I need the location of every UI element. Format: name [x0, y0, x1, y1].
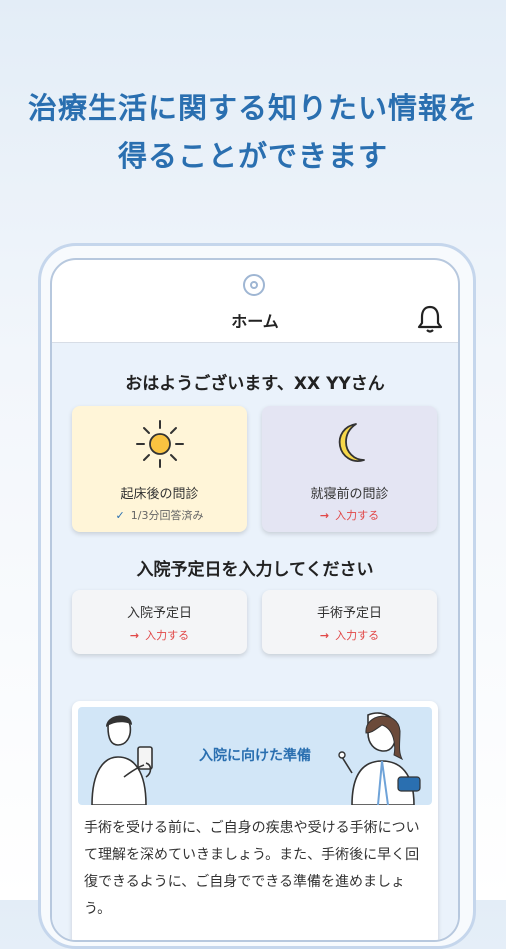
nurse-illustration — [338, 712, 421, 805]
promo-line-1: 治療生活に関する知りたい情報を — [27, 91, 478, 125]
arrow-right-icon: → — [319, 509, 330, 522]
admission-action-text: 入力する — [145, 629, 190, 642]
arrow-right-icon: → — [129, 629, 140, 642]
admission-date-title: 入院予定日 — [126, 606, 192, 621]
night-questionnaire-status: → 入力する — [262, 507, 437, 523]
home-content: おはようございます、XX YYさん 起床後の問診 ✓ 1/3分回答済み 就寝前の… — [52, 343, 458, 940]
greeting-text: おはようございます、XX YYさん — [125, 374, 385, 394]
admission-date-action: → 入力する — [72, 627, 247, 643]
promo-headline: 治療生活に関する知りたい情報を 得ることができます — [0, 84, 506, 180]
night-questionnaire-card[interactable]: 就寝前の問診 → 入力する — [262, 406, 437, 532]
surgery-date-title: 手術予定日 — [316, 606, 382, 621]
promo-line-2: 得ることができます — [117, 139, 388, 173]
surgery-date-action: → 入力する — [262, 627, 437, 643]
morning-questionnaire-title: 起床後の問診 — [120, 487, 199, 502]
camera-icon — [243, 274, 265, 296]
morning-status-text: 1/3分回答済み — [130, 509, 204, 522]
article-body: 手術を受ける前に、ご自身の疾患や受ける手術について理解を深めていきましょう。また… — [84, 820, 420, 917]
surgery-date-card[interactable]: 手術予定日 → 入力する — [262, 590, 437, 654]
check-icon: ✓ — [115, 509, 125, 522]
sun-icon — [136, 420, 184, 468]
morning-questionnaire-card[interactable]: 起床後の問診 ✓ 1/3分回答済み — [72, 406, 247, 532]
bell-icon[interactable] — [416, 304, 444, 334]
dates-section-title: 入院予定日を入力してください — [136, 560, 374, 580]
page-title: ホーム — [231, 312, 279, 331]
preparation-article-card[interactable]: 入院に向けた準備 手術を受ける前に、ご自身の疾患や受ける手術について理解を深めて… — [72, 701, 438, 940]
admission-date-card[interactable]: 入院予定日 → 入力する — [72, 590, 247, 654]
surgery-action-text: 入力する — [335, 629, 380, 642]
moon-icon — [338, 423, 365, 462]
arrow-right-icon: → — [319, 629, 330, 642]
night-status-text: 入力する — [335, 509, 380, 522]
morning-questionnaire-status: ✓ 1/3分回答済み — [72, 507, 247, 523]
night-questionnaire-title: 就寝前の問診 — [310, 487, 389, 502]
article-banner: 入院に向けた準備 — [78, 707, 432, 805]
phone-screen: ホーム おはようございます、XX YYさん 起床後の問診 ✓ 1/3分回答済み … — [50, 258, 460, 942]
